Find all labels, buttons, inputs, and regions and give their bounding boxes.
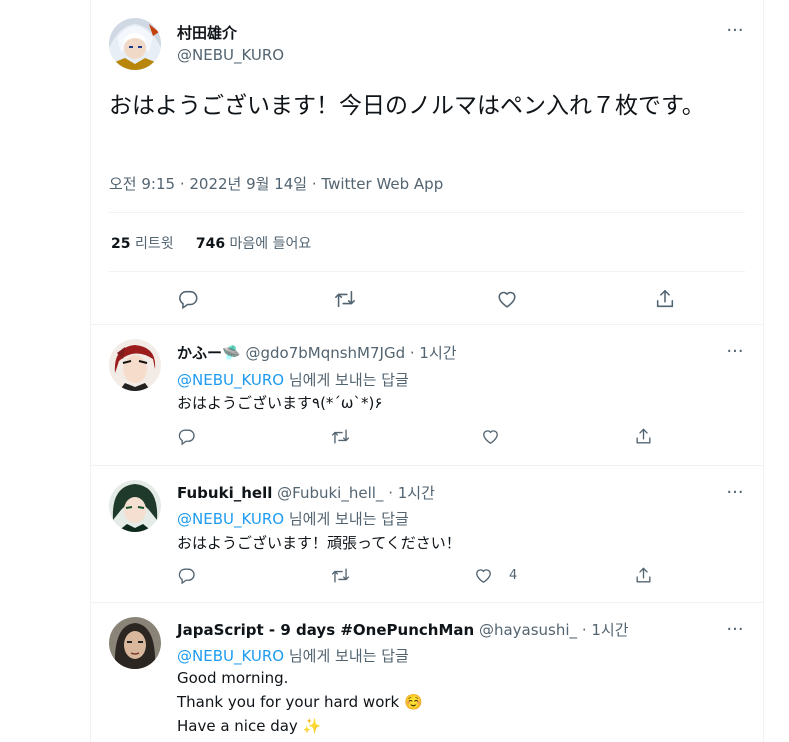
display-name[interactable]: かふー🛸	[177, 344, 241, 362]
like-count[interactable]: 4	[509, 568, 517, 583]
tweet-stats: 25 리트윗 746 마음에 들어요	[111, 233, 311, 253]
more-icon[interactable]: ···	[725, 22, 745, 44]
tweet-text: おはようございます！今日のノルマはペン入れ７枚です。	[109, 93, 705, 119]
reply-time[interactable]: · 1시간	[410, 344, 457, 362]
reply-tweet[interactable]: JapaScript - 9 days #OnePunchMan @hayasu…	[91, 603, 763, 742]
reply-mention[interactable]: @NEBU_KURO	[177, 371, 284, 389]
reply-icon[interactable]	[177, 566, 203, 592]
display-name[interactable]: Fubuki_hell	[177, 484, 272, 502]
reply-line: Have a nice day ✨	[177, 717, 322, 735]
user-handle[interactable]: @hayasushi_	[479, 621, 577, 639]
avatar[interactable]	[109, 18, 161, 70]
divider	[109, 212, 745, 213]
retweet-icon[interactable]	[331, 427, 357, 453]
reply-to-label: 님에게 보내는 답글	[284, 510, 409, 528]
user-handle[interactable]: @gdo7bMqnshM7JGd	[245, 344, 405, 362]
retweet-label[interactable]: 리트윗	[135, 236, 174, 252]
replying-to: @NEBU_KURO 님에게 보내는 답글	[177, 369, 409, 390]
retweet-count[interactable]: 25	[111, 236, 130, 252]
reply-icon[interactable]	[177, 427, 203, 453]
reply-mention[interactable]: @NEBU_KURO	[177, 647, 284, 665]
like-icon[interactable]	[496, 288, 522, 314]
reply-line: Good morning.	[177, 669, 289, 687]
replying-to: @NEBU_KURO 님에게 보내는 답글	[177, 645, 409, 666]
reply-text: おはようございます٩(*´ω`*)۶	[177, 391, 382, 415]
reply-to-label: 님에게 보내는 답글	[284, 371, 409, 389]
reply-actions	[91, 427, 763, 451]
reply-actions: 4	[91, 566, 763, 590]
reply-line: おはようございます！頑張ってください！	[177, 534, 461, 552]
retweet-icon[interactable]	[331, 566, 357, 592]
replying-to: @NEBU_KURO 님에게 보내는 답글	[177, 508, 409, 529]
reply-text: おはようございます！頑張ってください！	[177, 531, 461, 555]
retweet-icon[interactable]	[334, 288, 360, 314]
avatar[interactable]	[109, 339, 161, 391]
user-handle[interactable]: @Fubuki_hell_	[277, 484, 383, 502]
reply-text: Good morning. Thank you for your hard wo…	[177, 666, 423, 738]
share-icon[interactable]	[654, 288, 680, 314]
reply-time[interactable]: · 1시간	[582, 621, 629, 639]
tweet-timestamp[interactable]: 오전 9:15 · 2022년 9월 14일 · Twitter Web App	[109, 173, 443, 194]
like-icon[interactable]	[474, 566, 500, 592]
reply-mention[interactable]: @NEBU_KURO	[177, 510, 284, 528]
like-label[interactable]: 마음에 들어요	[230, 236, 312, 252]
display-name[interactable]: 村田雄介	[177, 22, 237, 43]
more-icon[interactable]: ···	[725, 621, 745, 643]
divider	[109, 271, 745, 272]
more-icon[interactable]: ···	[725, 343, 745, 365]
share-icon[interactable]	[634, 427, 660, 453]
reply-to-label: 님에게 보내는 답글	[284, 647, 409, 665]
reply-icon[interactable]	[177, 288, 203, 314]
tweet-column: 村田雄介 @NEBU_KURO ··· おはようございます！今日のノルマはペン入…	[90, 0, 764, 742]
like-count[interactable]: 746	[196, 236, 225, 252]
avatar[interactable]	[109, 617, 161, 669]
reply-header: JapaScript - 9 days #OnePunchMan @hayasu…	[177, 619, 629, 640]
reply-line: おはようございます٩(*´ω`*)۶	[177, 394, 383, 412]
reply-header: Fubuki_hell @Fubuki_hell_ · 1시간	[177, 482, 435, 503]
avatar[interactable]	[109, 480, 161, 532]
display-name[interactable]: JapaScript - 9 days #OnePunchMan	[177, 621, 474, 639]
reply-line: Thank you for your hard work ☺️	[177, 693, 423, 711]
tweet-actions	[91, 282, 763, 318]
reply-tweet[interactable]: かふー🛸 @gdo7bMqnshM7JGd · 1시간 ··· @NEBU_KU…	[91, 325, 763, 465]
share-icon[interactable]	[634, 566, 660, 592]
like-icon[interactable]	[481, 427, 507, 453]
more-icon[interactable]: ···	[725, 484, 745, 506]
user-handle[interactable]: @NEBU_KURO	[177, 46, 284, 64]
reply-tweet[interactable]: Fubuki_hell @Fubuki_hell_ · 1시간 ··· @NEB…	[91, 466, 763, 602]
reply-header: かふー🛸 @gdo7bMqnshM7JGd · 1시간	[177, 342, 457, 363]
reply-time[interactable]: · 1시간	[388, 484, 435, 502]
